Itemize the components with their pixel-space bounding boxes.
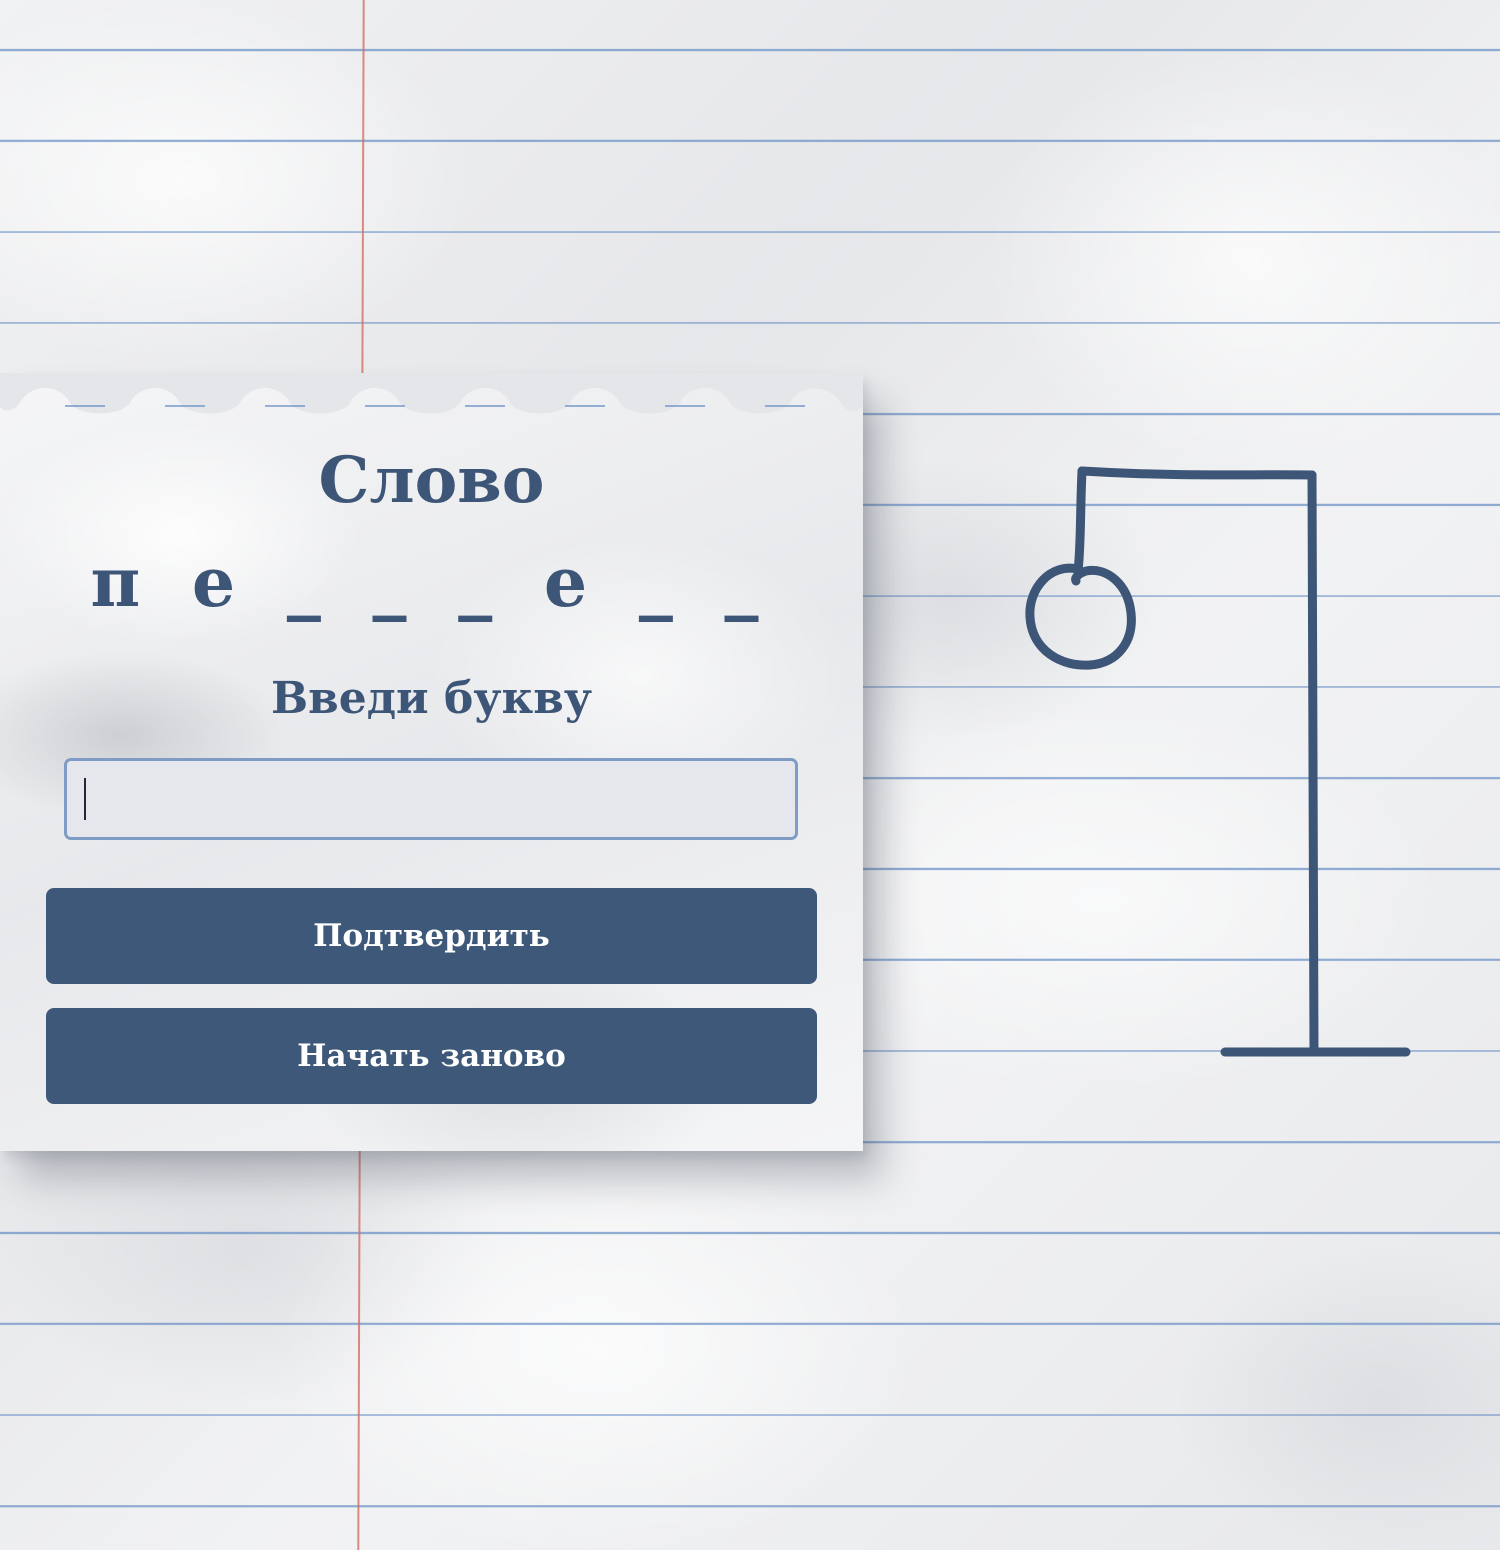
hangman-head [1025,563,1136,670]
gallows-rope [1073,466,1087,576]
letter-input[interactable] [64,758,798,840]
torn-perforated-edge [0,373,863,414]
restart-button[interactable]: Начать заново [46,1008,817,1104]
hangman-drawing [1025,466,1411,1057]
hidden-word-display: п е _ _ _ е _ _ [90,543,773,623]
game-title: Слово [318,443,545,518]
gallows-beam [1077,466,1317,480]
gallows-pole [1307,470,1319,1057]
text-caret [84,778,86,820]
confirm-button[interactable]: Подтвердить [46,888,817,984]
enter-letter-label: Введи букву [270,673,593,724]
